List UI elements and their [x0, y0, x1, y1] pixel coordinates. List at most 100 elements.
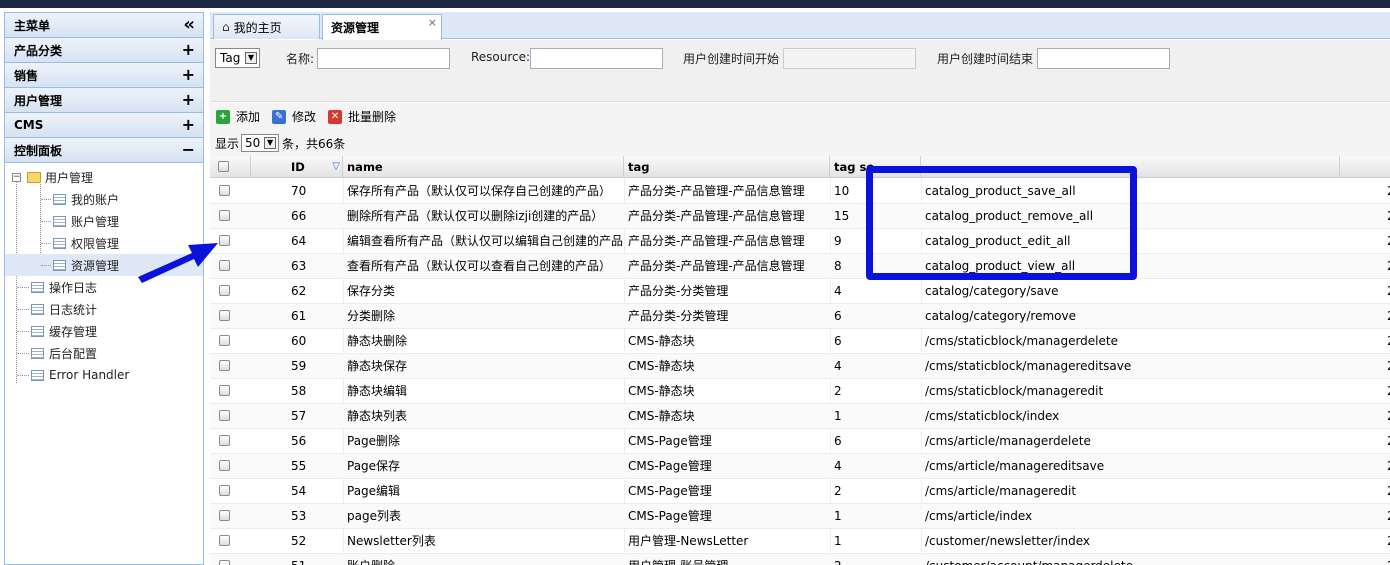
- cell-name: 保存所有产品（默认仅可以保存自己创建的产品）: [347, 184, 612, 198]
- row-checkbox[interactable]: [219, 335, 230, 346]
- created-end-input[interactable]: [1037, 48, 1170, 69]
- tree-item-label: 操作日志: [49, 280, 98, 295]
- tree-item-backend-config[interactable]: 后台配置: [5, 342, 203, 364]
- pager: 显示 50 ▼ 条，共66条: [210, 130, 1390, 156]
- menu-section-products[interactable]: 产品分类 +: [5, 38, 203, 63]
- table-row[interactable]: 63 查看所有产品（默认仅可以查看自己创建的产品） 产品分类-产品管理-产品信息管理…: [210, 254, 1390, 279]
- table-row[interactable]: 60 静态块删除 CMS-静态块 6/cms/staticblock/managerd…: [210, 329, 1390, 354]
- add-button[interactable]: + 添加: [216, 108, 260, 125]
- row-checkbox[interactable]: [219, 210, 230, 221]
- table-row[interactable]: 53 page列表 CMS-Page管理 1/cms/article/index 2: [210, 504, 1390, 529]
- expand-icon[interactable]: +: [182, 92, 195, 108]
- table-row[interactable]: 54 Page编辑 CMS-Page管理 2/cms/article/managere…: [210, 479, 1390, 504]
- row-checkbox[interactable]: [219, 385, 230, 396]
- tree-item-label: 账户管理: [71, 214, 120, 229]
- expand-icon[interactable]: +: [182, 117, 195, 133]
- tree-line: [41, 221, 51, 222]
- header-tag[interactable]: tag: [624, 156, 830, 178]
- row-checkbox-cell: [210, 504, 251, 529]
- table-row[interactable]: 52 Newsletter列表 用户管理-NewsLetter 1/customer/…: [210, 529, 1390, 554]
- cell-name: page列表: [347, 509, 401, 523]
- table-row[interactable]: 51账户删除用户管理-账号管理2/customer/account/manage…: [210, 554, 1390, 565]
- tree-item-label: 我的账户: [71, 192, 120, 207]
- tree-node-user-management[interactable]: − 用户管理: [5, 166, 203, 188]
- batch-delete-button[interactable]: ✕ 批量删除: [328, 108, 396, 125]
- tree-item-label: Error Handler: [49, 368, 130, 382]
- header-name[interactable]: name: [343, 156, 624, 178]
- name-input[interactable]: [317, 48, 450, 69]
- header-id[interactable]: ID ▽: [251, 156, 343, 178]
- cell-id: 63: [291, 259, 307, 273]
- tree-item-log-stats[interactable]: 日志统计: [5, 298, 203, 320]
- menu-section-users[interactable]: 用户管理 +: [5, 88, 203, 113]
- tree-line: [41, 243, 51, 244]
- row-checkbox[interactable]: [219, 485, 230, 496]
- row-checkbox[interactable]: [219, 310, 230, 321]
- tree-item-cache-management[interactable]: 缓存管理: [5, 320, 203, 342]
- table-row[interactable]: 57 静态块列表 CMS-静态块 1/cms/staticblock/index 2: [210, 404, 1390, 429]
- row-checkbox[interactable]: [219, 560, 230, 565]
- cell-extra: 2: [1383, 404, 1390, 429]
- select-all-checkbox[interactable]: [218, 161, 229, 172]
- edit-button[interactable]: ✎ 修改: [272, 108, 316, 125]
- created-start-input[interactable]: [783, 48, 916, 69]
- table-row[interactable]: 59 静态块保存 CMS-静态块 4/cms/staticblock/managere…: [210, 354, 1390, 379]
- menu-section-control-panel[interactable]: 控制面板 −: [5, 138, 203, 163]
- row-checkbox-cell: [210, 454, 251, 479]
- cell-tag-sort: 1: [834, 509, 842, 523]
- cell-resource: /cms/staticblock/managereditsave: [925, 359, 1132, 373]
- collapse-icon[interactable]: «: [183, 16, 195, 34]
- table-row[interactable]: 66 删除所有产品（默认仅可以删除izji创建的产品） 产品分类-产品管理-产品信息…: [210, 204, 1390, 229]
- table-row[interactable]: 70 保存所有产品（默认仅可以保存自己创建的产品） 产品分类-产品管理-产品信息管理…: [210, 179, 1390, 204]
- table-row[interactable]: 62 保存分类 产品分类-分类管理 4 catalog/category/save 2: [210, 279, 1390, 304]
- resource-input[interactable]: [530, 48, 663, 69]
- row-checkbox-cell: [210, 379, 251, 404]
- cell-extra: 2: [1383, 354, 1390, 379]
- cell-tag: CMS-静态块: [628, 409, 695, 423]
- page-icon: [31, 303, 44, 315]
- row-checkbox[interactable]: [219, 185, 230, 196]
- section-label: 销售: [14, 68, 39, 83]
- tree-item-label: 权限管理: [71, 236, 120, 251]
- cell-extra: 2: [1383, 429, 1390, 454]
- tree-item-account-management[interactable]: 账户管理: [5, 210, 203, 232]
- cell-name: 保存分类: [347, 284, 396, 298]
- tree-line: [17, 375, 29, 376]
- menu-section-cms[interactable]: CMS +: [5, 113, 203, 138]
- tree-item-my-account[interactable]: 我的账户: [5, 188, 203, 210]
- table-row[interactable]: 55 Page保存 CMS-Page管理 4/cms/article/managere…: [210, 454, 1390, 479]
- cell-id: 66: [291, 209, 307, 223]
- section-label: 产品分类: [14, 43, 63, 58]
- collapse-section-icon[interactable]: −: [182, 142, 195, 158]
- row-checkbox[interactable]: [219, 410, 230, 421]
- tab-label: 资源管理: [331, 21, 380, 35]
- cell-extra: 2: [1383, 204, 1390, 229]
- table-row[interactable]: 56 Page删除 CMS-Page管理 6/cms/article/managerd…: [210, 429, 1390, 454]
- header-select-all[interactable]: [210, 156, 251, 178]
- tab-resource-management[interactable]: 资源管理 ×: [322, 14, 442, 40]
- collapse-node-icon[interactable]: −: [12, 172, 21, 182]
- tag-select[interactable]: Tag ▼: [215, 48, 260, 68]
- page-icon: [31, 281, 44, 293]
- row-checkbox[interactable]: [219, 460, 230, 471]
- expand-icon[interactable]: +: [182, 67, 195, 83]
- cell-tag-sort: 1: [834, 534, 842, 548]
- row-checkbox[interactable]: [219, 535, 230, 546]
- row-checkbox[interactable]: [219, 435, 230, 446]
- row-checkbox[interactable]: [219, 360, 230, 371]
- table-row[interactable]: 58 静态块编辑 CMS-静态块 2/cms/staticblock/managere…: [210, 379, 1390, 404]
- tab-home[interactable]: ⌂ 我的主页: [213, 14, 320, 39]
- cell-tag: CMS-静态块: [628, 359, 695, 373]
- expand-icon[interactable]: +: [182, 42, 195, 58]
- page-icon: [31, 325, 44, 337]
- page-size-select[interactable]: 50 ▼: [241, 134, 280, 152]
- add-icon: +: [216, 109, 230, 124]
- close-icon[interactable]: ×: [428, 16, 437, 29]
- table-row[interactable]: 61 分类删除 产品分类-分类管理 6 catalog/category/remove 2: [210, 304, 1390, 329]
- row-checkbox[interactable]: [219, 510, 230, 521]
- header-extra[interactable]: [1340, 156, 1390, 178]
- menu-section-sales[interactable]: 销售 +: [5, 63, 203, 88]
- table-row[interactable]: 64 编辑查看所有产品（默认仅可以编辑自己创建的产品 产品分类-产品管理-产品信息管…: [210, 229, 1390, 254]
- sidebar-header: 主菜单 «: [5, 13, 203, 38]
- tree-item-error-handler[interactable]: Error Handler: [5, 364, 203, 386]
